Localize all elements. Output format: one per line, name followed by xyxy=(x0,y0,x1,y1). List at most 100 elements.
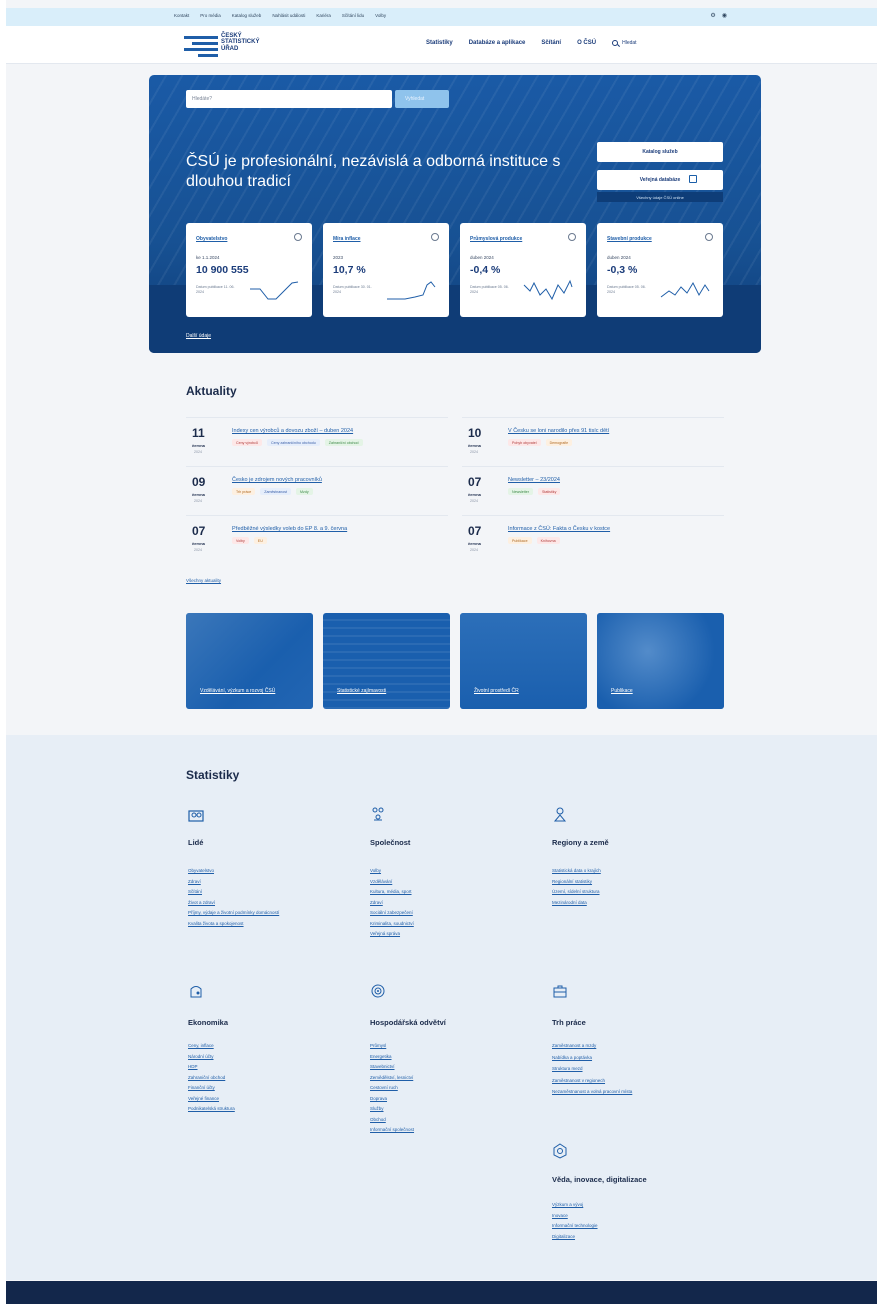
category-link[interactable]: Veřejná správa xyxy=(370,931,414,936)
category-link[interactable]: HDP xyxy=(188,1064,235,1069)
category-link[interactable]: Doprava xyxy=(370,1096,414,1101)
category-link[interactable]: Struktura mezd xyxy=(552,1066,712,1072)
tile-label[interactable]: Vzdělávání, výzkum a rozvoj ČSÚ xyxy=(200,688,300,695)
category-link[interactable]: Zdraví xyxy=(370,900,414,905)
nav-databaze[interactable]: Databáze a aplikace xyxy=(469,40,526,46)
category-link[interactable]: Sčítání xyxy=(188,889,279,894)
category-link[interactable]: Finanční účty xyxy=(188,1085,235,1090)
nav-statistiky[interactable]: Statistiky xyxy=(426,40,453,46)
tile-label[interactable]: Životní prostředí ČR xyxy=(474,688,574,695)
category-link[interactable]: Kriminalita, soudnictví xyxy=(370,921,414,926)
utility-link[interactable]: Kariéra xyxy=(316,13,331,18)
category-link[interactable]: Veřejné finance xyxy=(188,1096,235,1101)
info-icon[interactable] xyxy=(294,233,302,241)
category-link[interactable]: Mezinárodní data xyxy=(552,900,601,905)
news-title-link[interactable]: Předběžné výsledky voleb do EP 8. a 9. č… xyxy=(232,526,347,532)
category-link[interactable]: Ceny, inflace xyxy=(188,1043,235,1048)
utility-link[interactable]: Sčítání lidu xyxy=(342,13,364,18)
category-link[interactable]: Inovace xyxy=(552,1213,598,1218)
news-tag[interactable]: EU xyxy=(253,537,267,544)
csu-logo[interactable]: ČESKÝ STATISTICKÝ ÚŘAD xyxy=(184,32,284,58)
accessibility-icon[interactable]: ◉ xyxy=(722,12,727,19)
category-link[interactable]: Energetika xyxy=(370,1054,414,1059)
category-link[interactable]: Zaměstnanost v regionech xyxy=(552,1078,712,1084)
category-link[interactable]: Vzdělávání xyxy=(370,879,414,884)
category-link[interactable]: Regionální statistiky xyxy=(552,879,601,884)
news-tag[interactable]: Trh práce xyxy=(232,488,256,495)
category-link[interactable]: Cestovní ruch xyxy=(370,1085,414,1090)
category-link[interactable]: Informační společnost xyxy=(370,1127,414,1132)
promo-tile[interactable]: Publikace xyxy=(597,613,724,709)
indicator-card[interactable]: Průmyslová produkce duben 2024 -0,4 % Da… xyxy=(460,223,586,317)
nav-scitani[interactable]: Sčítání xyxy=(541,40,561,46)
news-title-link[interactable]: V Česku se loni narodilo přes 91 tisíc d… xyxy=(508,428,609,434)
hero-search-input[interactable]: Hledáte? xyxy=(186,90,392,108)
info-icon[interactable] xyxy=(568,233,576,241)
promo-tile[interactable]: Vzdělávání, výzkum a rozvoj ČSÚ xyxy=(186,613,313,709)
promo-tile[interactable]: Statistické zajímavosti xyxy=(323,613,450,709)
category-link[interactable]: Nezaměstnanost a volná pracovní místa xyxy=(552,1089,712,1095)
news-tag[interactable]: Mzdy xyxy=(296,488,313,495)
category-link[interactable]: Podnikatelská struktura xyxy=(188,1106,235,1111)
category-link[interactable]: Zemědělství, lesnictví xyxy=(370,1075,414,1080)
tile-label[interactable]: Publikace xyxy=(611,688,711,695)
news-tag[interactable]: Zaměstnanost xyxy=(260,488,292,495)
category-link[interactable]: Nabídka a poptávka xyxy=(552,1055,712,1061)
category-link[interactable]: Sociální zabezpečení xyxy=(370,910,414,915)
search-label[interactable]: Hledat xyxy=(622,40,636,46)
category-link[interactable]: Průmysl xyxy=(370,1043,414,1048)
utility-link[interactable]: Volby xyxy=(375,13,386,18)
info-icon[interactable] xyxy=(705,233,713,241)
hero-search-button[interactable]: Vyhledat xyxy=(395,90,449,108)
utility-link[interactable]: Pro média xyxy=(200,13,221,18)
news-tag[interactable]: Demografie xyxy=(545,439,573,446)
news-all-link[interactable]: Všechny aktuality xyxy=(186,578,221,583)
card-title[interactable]: Obyvatelstvo xyxy=(196,236,227,242)
catalog-button[interactable]: Katalog služeb xyxy=(597,142,723,162)
utility-link[interactable]: Katalog služeb xyxy=(232,13,262,18)
news-tag[interactable]: Ceny výrobců xyxy=(232,439,262,446)
news-title-link[interactable]: Česko je zdrojem nových pracovníků xyxy=(232,477,322,483)
category-link[interactable]: Informační technologie xyxy=(552,1223,598,1228)
category-link[interactable]: Kvalita života a spokojenost xyxy=(188,921,279,926)
category-link[interactable]: Výzkum a vývoj xyxy=(552,1202,598,1207)
news-tag[interactable]: Newsletter xyxy=(508,488,533,495)
news-tag[interactable]: Statistiky xyxy=(537,488,561,495)
category-link[interactable]: Život a zdraví xyxy=(188,900,279,905)
utility-link[interactable]: Nahlásit události xyxy=(272,13,305,18)
news-title-link[interactable]: Indexy cen výrobců a dovozu zboží – dube… xyxy=(232,428,353,434)
news-tag[interactable]: Publikace xyxy=(508,537,532,544)
indicator-card[interactable]: Obyvatelstvo ke 1.1.2024 10 900 555 Datu… xyxy=(186,223,312,317)
category-link[interactable]: Statistická data o krajích xyxy=(552,868,601,873)
nav-o-csu[interactable]: O ČSÚ xyxy=(577,40,596,46)
news-tag[interactable]: Volby xyxy=(232,537,249,544)
info-icon[interactable] xyxy=(431,233,439,241)
database-button[interactable]: Veřejná databáze xyxy=(597,170,723,190)
news-title-link[interactable]: Informace z ČSÚ: Fakta o Česku v kostce xyxy=(508,526,610,532)
indicator-card[interactable]: Míra inflace 2023 10,7 % Datum publikace… xyxy=(323,223,449,317)
card-title[interactable]: Průmyslová produkce xyxy=(470,236,522,242)
hero-more-link[interactable]: Další údaje xyxy=(186,333,211,339)
category-link[interactable]: Volby xyxy=(370,868,414,873)
card-title[interactable]: Míra inflace xyxy=(333,236,361,242)
category-link[interactable]: Zaměstnanost a mzdy xyxy=(552,1043,712,1049)
category-link[interactable]: Zahraniční obchod xyxy=(188,1075,235,1080)
news-tag[interactable]: Pohyb obyvatel xyxy=(508,439,541,446)
card-title[interactable]: Stavební produkce xyxy=(607,236,652,242)
category-link[interactable]: Stavebnictví xyxy=(370,1064,414,1069)
hero-note[interactable]: Všechny údaje ČSÚ online xyxy=(597,192,723,202)
news-tag[interactable]: Knihovna xyxy=(536,537,560,544)
category-link[interactable]: Služby xyxy=(370,1106,414,1111)
category-link[interactable]: Příjmy, výdaje a životní podmínky domácn… xyxy=(188,910,279,915)
indicator-card[interactable]: Stavební produkce duben 2024 -0,3 % Datu… xyxy=(597,223,723,317)
category-link[interactable]: Digitalizace xyxy=(552,1234,598,1239)
news-title-link[interactable]: Newsletter – 23/2024 xyxy=(508,477,560,483)
promo-tile[interactable]: Životní prostředí ČR xyxy=(460,613,587,709)
category-link[interactable]: Kultura, média, sport xyxy=(370,889,414,894)
search-icon[interactable] xyxy=(612,40,619,46)
category-link[interactable]: Obyvatelstvo xyxy=(188,868,279,873)
category-link[interactable]: Národní účty xyxy=(188,1054,235,1059)
utility-link[interactable]: Kontakt xyxy=(174,13,189,18)
category-link[interactable]: Obchod xyxy=(370,1117,414,1122)
news-tag[interactable]: Ceny zahraničního obchodu xyxy=(266,439,320,446)
